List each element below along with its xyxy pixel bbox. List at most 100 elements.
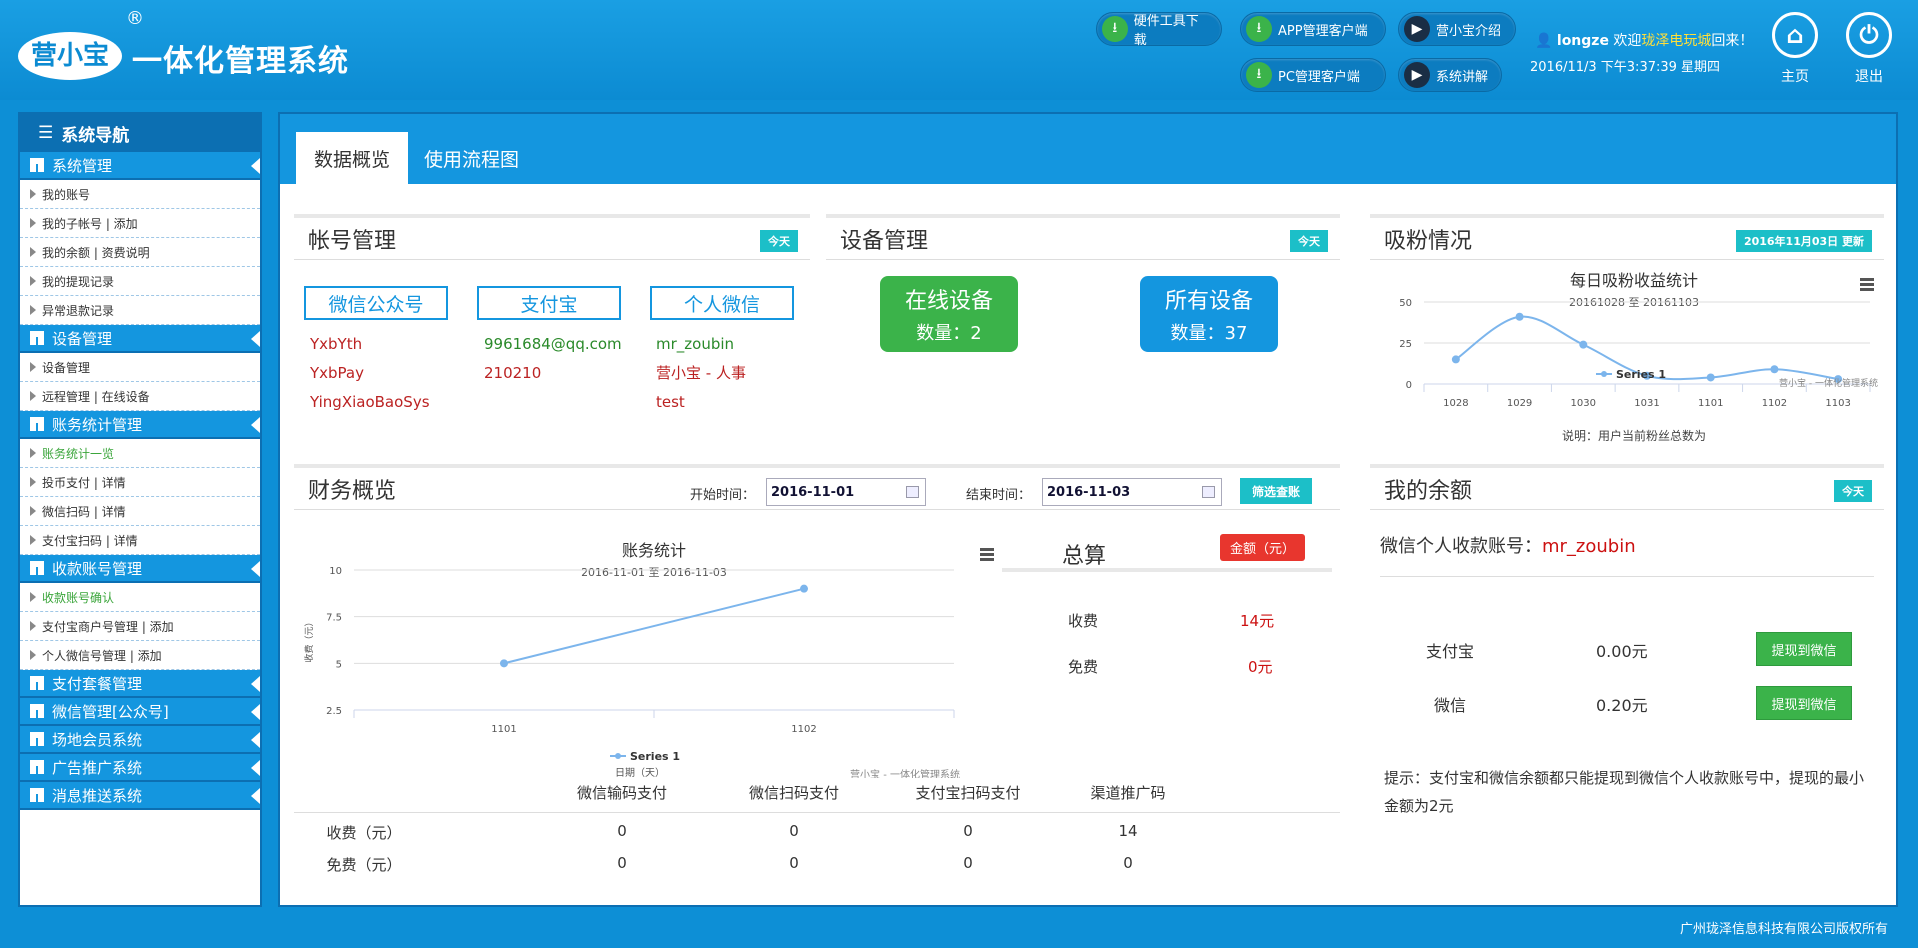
bullet-icon: [30, 535, 36, 545]
data-point: [1515, 312, 1524, 321]
tab-data-overview[interactable]: 数据概览: [296, 132, 409, 184]
grid-icon: [30, 417, 44, 431]
grid-icon: [30, 158, 44, 172]
table-header: 渠道推广码: [1090, 784, 1166, 802]
online-devices-button[interactable]: 在线设备 数量：2: [880, 276, 1018, 352]
play-icon: ▶: [1404, 62, 1430, 88]
sidebar-item[interactable]: 收款账号确认: [20, 583, 260, 612]
withdraw-wechat-button[interactable]: 提现到微信: [1756, 686, 1852, 720]
wechat-public-button[interactable]: 微信公众号: [304, 286, 448, 320]
footer: 广州珑泽信息科技有限公司版权所有: [1679, 922, 1888, 937]
data-point: [1579, 340, 1588, 349]
all-devices-button[interactable]: 所有设备 数量：37: [1140, 276, 1278, 352]
sidebar-item[interactable]: 账务统计一览: [20, 439, 260, 468]
end-date-input[interactable]: 2016-11-03: [1042, 478, 1222, 506]
y-tick-label: 25: [1399, 339, 1412, 350]
power-icon: ⏻: [1846, 12, 1892, 58]
x-tick-label: 1030: [1571, 398, 1596, 409]
sidebar-section[interactable]: 账务统计管理: [20, 411, 260, 439]
table-cell: 0: [963, 822, 973, 840]
main-content: 数据概览 使用流程图 帐号管理 今天 微信公众号 支付宝 个人微信 YxbYth …: [278, 112, 1898, 907]
y-tick-label: 50: [1399, 298, 1412, 309]
sidebar-item[interactable]: 我的子帐号 | 添加: [20, 209, 260, 238]
calendar-icon[interactable]: [1202, 486, 1215, 498]
sidebar-item[interactable]: 个人微信号管理 | 添加: [20, 641, 260, 670]
panel-title: 我的余额 今天: [1370, 468, 1884, 510]
sidebar-section[interactable]: 支付套餐管理: [20, 670, 260, 698]
table-cell: 0: [617, 854, 627, 872]
bullet-icon: [30, 477, 36, 487]
sidebar-section[interactable]: 收款账号管理: [20, 555, 260, 583]
logo-mark: 营小宝: [18, 32, 122, 80]
app-client-button[interactable]: ⭳ APP管理客户端: [1240, 12, 1386, 46]
home-button[interactable]: ⌂ 主页: [1766, 12, 1824, 86]
logout-button[interactable]: ⏻ 退出: [1840, 12, 1898, 86]
sidebar-item[interactable]: 支付宝商户号管理 | 添加: [20, 612, 260, 641]
start-date-input[interactable]: 2016-11-01: [766, 478, 926, 506]
grid-icon: [30, 331, 44, 345]
chart-title: 账务统计: [622, 541, 686, 560]
personal-wechat-list: mr_zoubin 营小宝 - 人事 test: [656, 330, 746, 417]
download-icon: ⭳: [1246, 16, 1272, 42]
sidebar-section[interactable]: 系统管理: [20, 152, 260, 180]
sidebar-section[interactable]: 广告推广系统: [20, 754, 260, 782]
start-time-label: 开始时间：: [690, 488, 756, 503]
x-tick-label: 1102: [1762, 398, 1787, 409]
grid-icon: [30, 760, 44, 774]
sidebar-section[interactable]: 微信管理[公众号]: [20, 698, 260, 726]
x-tick-label: 1102: [791, 724, 816, 735]
hardware-download-button[interactable]: ⭳ 硬件工具下载: [1096, 12, 1222, 48]
charge-value: 14元: [1240, 612, 1275, 630]
free-value: 0元: [1248, 658, 1273, 676]
personal-wechat-button[interactable]: 个人微信: [650, 286, 794, 320]
chart-menu-icon: [980, 553, 994, 556]
calendar-icon[interactable]: [906, 486, 919, 498]
chart-menu-icon: [980, 548, 994, 551]
username: longze: [1556, 33, 1609, 49]
sidebar-section[interactable]: 场地会员系统: [20, 726, 260, 754]
y-tick-label: 7.5: [326, 613, 342, 624]
table-cell: 收费（元）: [326, 824, 402, 842]
sidebar-item[interactable]: 投币支付 | 详情: [20, 468, 260, 497]
bullet-icon: [30, 247, 36, 257]
sidebar-section[interactable]: 设备管理: [20, 325, 260, 353]
system-explain-button[interactable]: ▶ 系统讲解: [1398, 58, 1502, 92]
table-divider: [294, 812, 1340, 813]
sidebar-item[interactable]: 我的账号: [20, 180, 260, 209]
table-header: 支付宝扫码支付: [915, 784, 1021, 802]
wechat-account-value: mr_zoubin: [1542, 536, 1636, 557]
data-point: [1770, 365, 1779, 374]
withdraw-alipay-button[interactable]: 提现到微信: [1756, 632, 1852, 666]
balance-panel: 我的余额 今天 微信个人收款账号：mr_zoubin 支付宝 0.00元 提现到微…: [1370, 464, 1884, 904]
y-tick-label: 0: [1406, 380, 1412, 391]
sidebar-item[interactable]: 支付宝扫码 | 详情: [20, 526, 260, 555]
alipay-button[interactable]: 支付宝: [477, 286, 621, 320]
fans-panel: 吸粉情况 2016年11月03日 更新 每日吸粉收益统计 20161028 至 20…: [1370, 214, 1884, 454]
chart-credit: 营小宝 - 一体化管理系统: [850, 768, 960, 778]
summary-header: 总算 金额（元）: [1002, 528, 1332, 572]
pc-client-button[interactable]: ⭳ PC管理客户端: [1240, 58, 1386, 92]
intro-button[interactable]: ▶ 营小宝介绍: [1398, 12, 1516, 46]
sidebar-item[interactable]: 我的余额 | 资费说明: [20, 238, 260, 267]
panel-title: 吸粉情况 2016年11月03日 更新: [1370, 218, 1884, 260]
chart-menu-icon: [1860, 288, 1874, 291]
bullet-icon: [30, 621, 36, 631]
tab-workflow[interactable]: 使用流程图: [406, 132, 537, 184]
filter-button[interactable]: 筛选查账: [1240, 478, 1312, 504]
sidebar-item[interactable]: 我的提现记录: [20, 267, 260, 296]
play-icon: ▶: [1404, 16, 1430, 42]
data-point: [800, 584, 808, 593]
y-tick-label: 10: [329, 566, 342, 577]
sidebar-item[interactable]: 设备管理: [20, 353, 260, 382]
x-tick-label: 1101: [1698, 398, 1723, 409]
table-cell: 0: [1123, 854, 1133, 872]
panel-title: 设备管理 今天: [826, 218, 1340, 260]
y-tick-label: 5: [336, 659, 342, 670]
y-tick-label: 2.5: [326, 706, 342, 717]
table-cell: 0: [617, 822, 627, 840]
sidebar-item[interactable]: 异常退款记录: [20, 296, 260, 325]
legend-label: Series 1: [1616, 368, 1666, 381]
sidebar-item[interactable]: 远程管理 | 在线设备: [20, 382, 260, 411]
sidebar-section[interactable]: 消息推送系统: [20, 782, 260, 810]
sidebar-item[interactable]: 微信扫码 | 详情: [20, 497, 260, 526]
